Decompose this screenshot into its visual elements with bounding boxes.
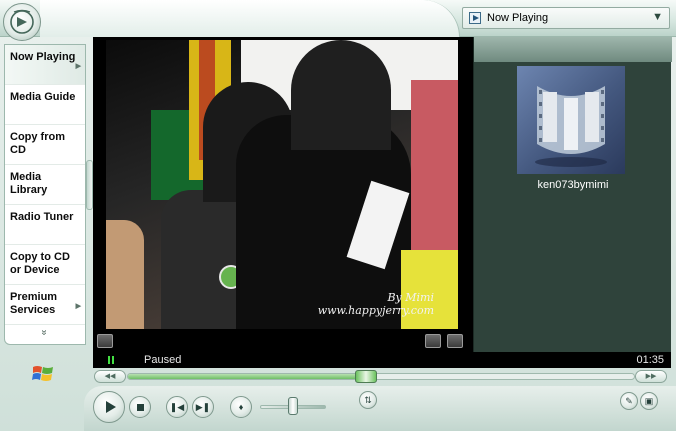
- nav-collapse-handle[interactable]: [86, 160, 93, 210]
- previous-button[interactable]: ❚◀: [166, 396, 188, 418]
- film-strip-icon[interactable]: [517, 66, 625, 174]
- next-icon: ▶❚: [195, 401, 211, 412]
- chevron-right-icon: ▶: [75, 63, 81, 70]
- media-player-window: Now Playing ▼ Now Playing ▶ Media Guide …: [0, 0, 676, 431]
- nav-item-label: Premium Services: [10, 291, 58, 316]
- nav-item-premium-services[interactable]: Premium Services ▶: [5, 285, 85, 325]
- windows-logo-icon: [32, 366, 53, 381]
- nav-item-label: Copy from CD: [10, 131, 65, 156]
- pen-icon: ✎: [625, 395, 633, 406]
- nav-item-label: Radio Tuner: [10, 211, 74, 223]
- nav-more-chevron-icon[interactable]: »: [38, 330, 49, 336]
- window-icon: ▣: [644, 395, 654, 406]
- chevron-down-icon: ▼: [652, 11, 663, 23]
- playlist-header: [474, 37, 672, 62]
- playback-status: Paused: [144, 354, 182, 366]
- seek-track[interactable]: [127, 373, 635, 380]
- rewind-button[interactable]: ◀◀: [94, 370, 126, 383]
- next-button[interactable]: ▶❚: [192, 396, 214, 418]
- fit-video-icon[interactable]: [425, 334, 441, 348]
- video-frame: By Mimi www.happyjerry.com: [106, 40, 458, 329]
- view-selector-dropdown[interactable]: Now Playing ▼: [462, 7, 670, 29]
- status-bar: Paused 01:35: [93, 352, 671, 368]
- previous-icon: ❚◀: [169, 401, 185, 412]
- full-screen-icon[interactable]: [447, 334, 463, 348]
- play-button[interactable]: [93, 391, 125, 423]
- volume-slider-handle[interactable]: [288, 397, 298, 415]
- nav-item-label: Now Playing: [10, 51, 76, 63]
- nav-item-radio-tuner[interactable]: Radio Tuner: [5, 205, 85, 245]
- chevron-right-icon: ▶: [75, 303, 81, 310]
- nav-item-media-library[interactable]: Media Library: [5, 165, 85, 205]
- transport-controls: ❚◀ ▶❚ ♦ ⇅ ✎ ▣: [84, 386, 676, 431]
- nav-item-copy-to-cd[interactable]: Copy to CD or Device: [5, 245, 85, 285]
- mute-button[interactable]: ♦: [230, 396, 252, 418]
- nav-item-label: Media Library: [10, 171, 48, 196]
- now-playing-icon: [469, 12, 481, 24]
- seek-bar-row: ◀◀ ▶▶: [93, 370, 671, 384]
- playlist-item-title[interactable]: ken073bymimi: [474, 179, 672, 191]
- title-bar: Now Playing ▼: [0, 0, 676, 37]
- seek-progress-fill: [128, 374, 366, 379]
- nav-item-label: Media Guide: [10, 91, 76, 103]
- speaker-icon: ♦: [238, 402, 244, 412]
- stop-button[interactable]: [129, 396, 151, 418]
- skin-mode-button[interactable]: ✎: [620, 392, 638, 410]
- nav-item-media-guide[interactable]: Media Guide: [5, 85, 85, 125]
- mini-player-button[interactable]: ▣: [640, 392, 658, 410]
- pause-indicator-icon: [107, 356, 115, 364]
- view-selector-label: Now Playing: [487, 12, 549, 24]
- sidebar-nav: Now Playing ▶ Media Guide Copy from CD M…: [4, 44, 86, 345]
- title-bar-curve: [40, 0, 460, 37]
- player-logo-icon[interactable]: [3, 3, 41, 41]
- nav-item-copy-from-cd[interactable]: Copy from CD: [5, 125, 85, 165]
- playlist-panel: ken073bymimi: [473, 37, 672, 352]
- nav-item-now-playing[interactable]: Now Playing ▶: [5, 45, 85, 85]
- video-display[interactable]: By Mimi www.happyjerry.com: [93, 37, 473, 352]
- seek-slider-handle[interactable]: [354, 370, 377, 383]
- shuffle-icon: ⇅: [364, 394, 372, 405]
- nav-item-label: Copy to CD or Device: [10, 251, 70, 276]
- video-settings-icon[interactable]: [97, 334, 113, 348]
- fast-forward-button[interactable]: ▶▶: [635, 370, 667, 383]
- shuffle-button[interactable]: ⇅: [359, 391, 377, 409]
- video-watermark: By Mimi www.happyjerry.com: [317, 291, 434, 317]
- elapsed-time: 01:35: [636, 354, 664, 366]
